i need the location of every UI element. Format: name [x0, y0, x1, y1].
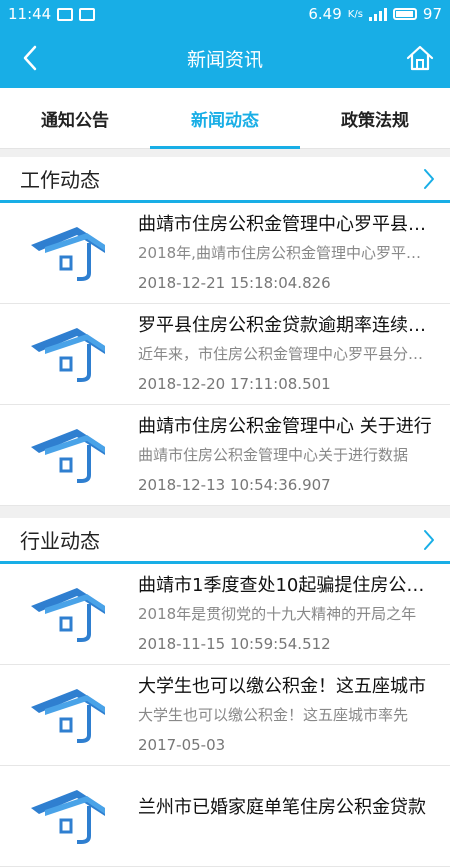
- news-summary: 2018年是贯彻党的十九大精神的开局之年: [138, 605, 417, 623]
- home-button[interactable]: [390, 28, 450, 88]
- home-icon: [406, 45, 434, 71]
- image-notification-icon: [57, 7, 74, 21]
- news-item[interactable]: 曲靖市住房公积金管理中心罗平县分中心 2018年,曲靖市住房公积金管理中心罗平县…: [0, 203, 450, 304]
- battery-level: 97: [422, 5, 442, 23]
- app-bar: 新闻资讯: [0, 28, 450, 88]
- news-date: 2017-05-03: [138, 736, 226, 754]
- news-summary: 2018年,曲靖市住房公积金管理中心罗平县分中心: [138, 244, 432, 262]
- news-item[interactable]: 兰州市已婚家庭单笔住房公积金贷款: [0, 766, 450, 867]
- signal-icon: [368, 7, 387, 21]
- news-date: 2018-12-13 10:54:36.907: [138, 476, 331, 494]
- news-summary: 大学生也可以缴公积金！这五座城市率先: [138, 706, 409, 724]
- housing-fund-logo-icon: [0, 203, 138, 303]
- housing-fund-logo-icon: [0, 766, 138, 866]
- divider: [0, 149, 450, 157]
- tab-bar: 通知公告 新闻动态 政策法规: [0, 88, 450, 149]
- news-item[interactable]: 曲靖市住房公积金管理中心 关于进行 曲靖市住房公积金管理中心关于进行数据 201…: [0, 405, 450, 506]
- housing-fund-logo-icon: [0, 665, 138, 765]
- section-header[interactable]: 行业动态: [0, 518, 450, 564]
- news-summary: 曲靖市住房公积金管理中心关于进行数据: [138, 446, 409, 464]
- chevron-right-icon[interactable]: [422, 168, 436, 190]
- housing-fund-logo-icon: [0, 405, 138, 505]
- section-header[interactable]: 工作动态: [0, 157, 450, 203]
- tab-policies[interactable]: 政策法规: [300, 88, 450, 148]
- news-summary: 近年来，市住房公积金管理中心罗平县分中心: [138, 345, 432, 363]
- news-title: 罗平县住房公积金贷款逾期率连续下降: [138, 315, 432, 336]
- housing-fund-logo-icon: [0, 304, 138, 404]
- housing-fund-logo-icon: [0, 564, 138, 664]
- news-date: 2018-12-21 15:18:04.826: [138, 274, 331, 292]
- news-title: 曲靖市住房公积金管理中心罗平县分中心: [138, 214, 432, 235]
- chevron-left-icon: [23, 45, 37, 71]
- back-button[interactable]: [0, 28, 60, 88]
- tab-notices[interactable]: 通知公告: [0, 88, 150, 148]
- section-title: 行业动态: [20, 529, 100, 553]
- section-industry-news: 行业动态 曲靖市1季度查处10起骗提住房公积金 2018年是贯彻党的十九大精神的…: [0, 518, 450, 867]
- tab-news[interactable]: 新闻动态: [150, 88, 300, 149]
- status-time: 11:44: [8, 5, 52, 23]
- battery-icon: [392, 8, 417, 20]
- divider: [0, 506, 450, 518]
- news-item[interactable]: 罗平县住房公积金贷款逾期率连续下降 近年来，市住房公积金管理中心罗平县分中心 2…: [0, 304, 450, 405]
- news-title: 大学生也可以缴公积金！这五座城市: [138, 676, 426, 697]
- news-date: 2018-12-20 17:11:08.501: [138, 375, 331, 393]
- section-title: 工作动态: [20, 168, 100, 192]
- news-title: 曲靖市1季度查处10起骗提住房公积金: [138, 575, 432, 596]
- news-item[interactable]: 曲靖市1季度查处10起骗提住房公积金 2018年是贯彻党的十九大精神的开局之年 …: [0, 564, 450, 665]
- status-bar: 11:44 6.49 K/s 97: [0, 0, 450, 28]
- network-speed: 6.49: [308, 5, 342, 23]
- chevron-right-icon[interactable]: [422, 529, 436, 551]
- page-title: 新闻资讯: [186, 48, 263, 71]
- network-speed-unit: K/s: [347, 8, 363, 20]
- news-notification-icon: [79, 7, 96, 21]
- news-item[interactable]: 大学生也可以缴公积金！这五座城市 大学生也可以缴公积金！这五座城市率先 2017…: [0, 665, 450, 766]
- news-title: 曲靖市住房公积金管理中心 关于进行: [138, 416, 432, 437]
- section-work-news: 工作动态 曲靖市住房公积金管理中心罗平县分中心 2018年,曲靖市住房公积金管理…: [0, 157, 450, 506]
- news-date: 2018-11-15 10:59:54.512: [138, 635, 331, 653]
